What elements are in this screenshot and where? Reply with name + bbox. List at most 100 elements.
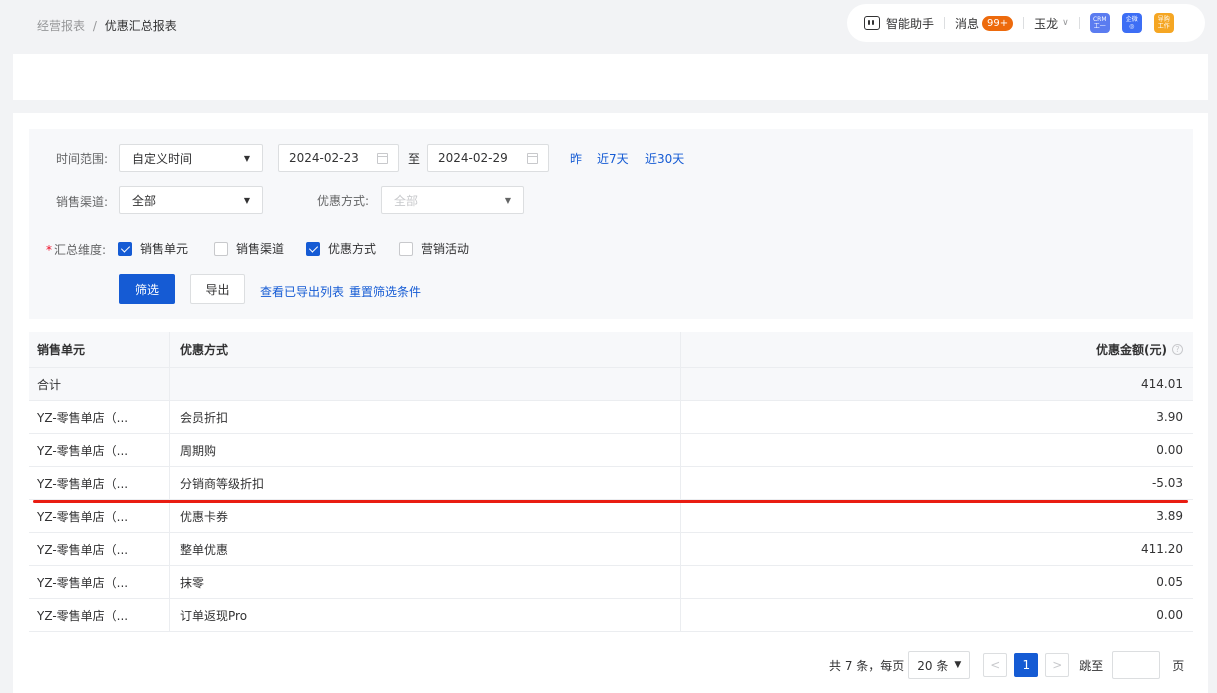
quick-7days[interactable]: 近7天 (597, 150, 629, 167)
discount-method-cell: 订单返现Pro (170, 599, 681, 631)
chevron-down-icon[interactable]: ∨ (1062, 18, 1069, 28)
discount-method-cell: 分销商等级折扣 (170, 467, 681, 499)
divider (1078, 17, 1080, 29)
amount-cell: 0.00 (1156, 443, 1183, 457)
crm-app-icon[interactable]: CRM 工一 (1089, 13, 1110, 33)
amount-cell: 0.05 (1156, 575, 1183, 589)
filter-panel: 时间范围: 自定义时间 ▼ 2024-02-23 至 2024-02-29 昨 … (29, 129, 1193, 319)
filter-button[interactable]: 筛选 (119, 274, 175, 304)
caret-down-icon: ▼ (243, 195, 250, 205)
caret-down-icon: ▼ (243, 153, 250, 163)
checkbox-checked-icon[interactable] (306, 241, 320, 256)
total-count: 共 7 条，每页 (829, 658, 905, 673)
breadcrumb-parent[interactable]: 经营报表 (37, 19, 85, 33)
amount-cell: -5.03 (1151, 476, 1183, 490)
total-amount: 414.01 (1141, 377, 1183, 391)
help-icon[interactable]: ? (1172, 344, 1183, 355)
discount-method-cell: 整单优惠 (170, 533, 681, 565)
discount-method-cell: 抹零 (170, 566, 681, 598)
discount-method-cell: 优惠卡券 (170, 500, 681, 532)
date-to-label: 至 (408, 152, 421, 166)
table-row: YZ-零售单店（... 订单返现Pro 0.00 (29, 599, 1193, 632)
column-header: 优惠方式 (170, 332, 681, 367)
calendar-icon (377, 152, 388, 164)
page-number-button[interactable]: 1 (1014, 653, 1039, 677)
jump-label: 跳至 (1079, 658, 1104, 673)
summary-table: 销售单元 优惠方式 优惠金额(元)? 合计 414.01 YZ-零售单店（...… (29, 332, 1193, 632)
amount-cell: 3.89 (1156, 509, 1183, 523)
blank-card (13, 54, 1208, 100)
table-row: YZ-零售单店（... 周期购 0.00 (29, 434, 1193, 467)
page-unit-label: 页 (1172, 658, 1185, 673)
total-empty (170, 368, 681, 400)
pagination: 共 7 条，每页 20 条 ▼ < 1 > 跳至 页 (829, 651, 1184, 679)
dimension-label: * 汇总维度: (46, 243, 107, 257)
table-row: YZ-零售单店（... 抹零 0.05 (29, 566, 1193, 599)
column-header: 优惠金额(元)? (681, 332, 1193, 367)
sales-unit-cell: YZ-零售单店（... (29, 566, 170, 598)
table-row: YZ-零售单店（... 整单优惠 411.20 (29, 533, 1193, 566)
dimension-campaign[interactable]: 营销活动 (399, 240, 469, 257)
table-total-row: 合计 414.01 (29, 368, 1193, 401)
sales-unit-cell: YZ-零售单店（... (29, 500, 170, 532)
channel-label: 销售渠道: (56, 195, 109, 209)
checkbox-icon[interactable] (399, 241, 413, 256)
assistant-button[interactable]: 智能助手 (886, 15, 934, 32)
table-header: 销售单元 优惠方式 优惠金额(元)? (29, 332, 1193, 368)
sales-unit-cell: YZ-零售单店（... (29, 434, 170, 466)
next-page-button[interactable]: > (1045, 653, 1070, 677)
breadcrumb-separator: / (92, 19, 97, 33)
dimension-sales-unit[interactable]: 销售单元 (118, 240, 188, 257)
quick-yesterday[interactable]: 昨 (570, 150, 582, 167)
column-header: 销售单元 (29, 332, 170, 367)
discount-type-select[interactable]: 全部 ▼ (381, 186, 524, 214)
assistant-icon[interactable] (864, 16, 880, 30)
messages-badge: 99+ (982, 15, 1014, 31)
table-row: YZ-零售单店（... 分销商等级折扣 -5.03 (29, 467, 1193, 500)
top-toolbar: 智能助手 消息 99+ 玉龙 ∨ CRM 工一 企微 ◎ 导购 工作 (847, 4, 1205, 42)
discount-method-cell: 会员折扣 (170, 401, 681, 433)
channel-select[interactable]: 全部 ▼ (119, 186, 263, 214)
breadcrumb: 经营报表 / 优惠汇总报表 (37, 17, 177, 34)
amount-cell: 3.90 (1156, 410, 1183, 424)
checkbox-checked-icon[interactable] (118, 241, 132, 256)
page-size-select[interactable]: 20 条 ▼ (908, 651, 971, 679)
annotation-underline (33, 500, 1188, 503)
sales-unit-cell: YZ-零售单店（... (29, 599, 170, 631)
dimension-discount-type[interactable]: 优惠方式 (306, 240, 376, 257)
view-exports-link[interactable]: 查看已导出列表 (260, 283, 344, 300)
reset-filters-link[interactable]: 重置筛选条件 (349, 283, 421, 300)
guide-app-icon[interactable]: 导购 工作 (1153, 13, 1174, 33)
messages-button[interactable]: 消息 (955, 15, 979, 32)
jump-page-input[interactable] (1112, 651, 1161, 679)
caret-down-icon: ▼ (504, 195, 511, 205)
time-range-label: 时间范围: (56, 152, 109, 166)
divider (944, 17, 946, 29)
amount-cell: 0.00 (1156, 608, 1183, 622)
discount-method-cell: 周期购 (170, 434, 681, 466)
calendar-icon (527, 152, 538, 164)
sales-unit-cell: YZ-零售单店（... (29, 533, 170, 565)
report-card: 时间范围: 自定义时间 ▼ 2024-02-23 至 2024-02-29 昨 … (13, 113, 1208, 693)
sales-unit-cell: YZ-零售单店（... (29, 467, 170, 499)
checkbox-icon[interactable] (214, 241, 228, 256)
table-row: YZ-零售单店（... 优惠卡券 3.89 (29, 500, 1193, 533)
wecom-app-icon[interactable]: 企微 ◎ (1121, 13, 1142, 33)
total-label: 合计 (29, 368, 170, 400)
quick-30days[interactable]: 近30天 (645, 150, 684, 167)
table-row: YZ-零售单店（... 会员折扣 3.90 (29, 401, 1193, 434)
discount-type-label: 优惠方式: (317, 194, 370, 208)
user-menu[interactable]: 玉龙 (1034, 15, 1058, 32)
divider (1023, 17, 1025, 29)
page-header: 经营报表 / 优惠汇总报表 智能助手 消息 99+ 玉龙 ∨ CRM 工一 企微 ◎… (0, 0, 1217, 50)
time-range-select[interactable]: 自定义时间 ▼ (119, 144, 263, 172)
dimension-channel[interactable]: 销售渠道 (214, 240, 284, 257)
export-button[interactable]: 导出 (190, 274, 245, 304)
breadcrumb-current: 优惠汇总报表 (104, 19, 177, 33)
caret-down-icon: ▼ (954, 660, 962, 670)
amount-cell: 411.20 (1141, 542, 1183, 556)
sales-unit-cell: YZ-零售单店（... (29, 401, 170, 433)
end-date-input[interactable]: 2024-02-29 (427, 144, 549, 172)
prev-page-button[interactable]: < (983, 653, 1008, 677)
start-date-input[interactable]: 2024-02-23 (278, 144, 399, 172)
